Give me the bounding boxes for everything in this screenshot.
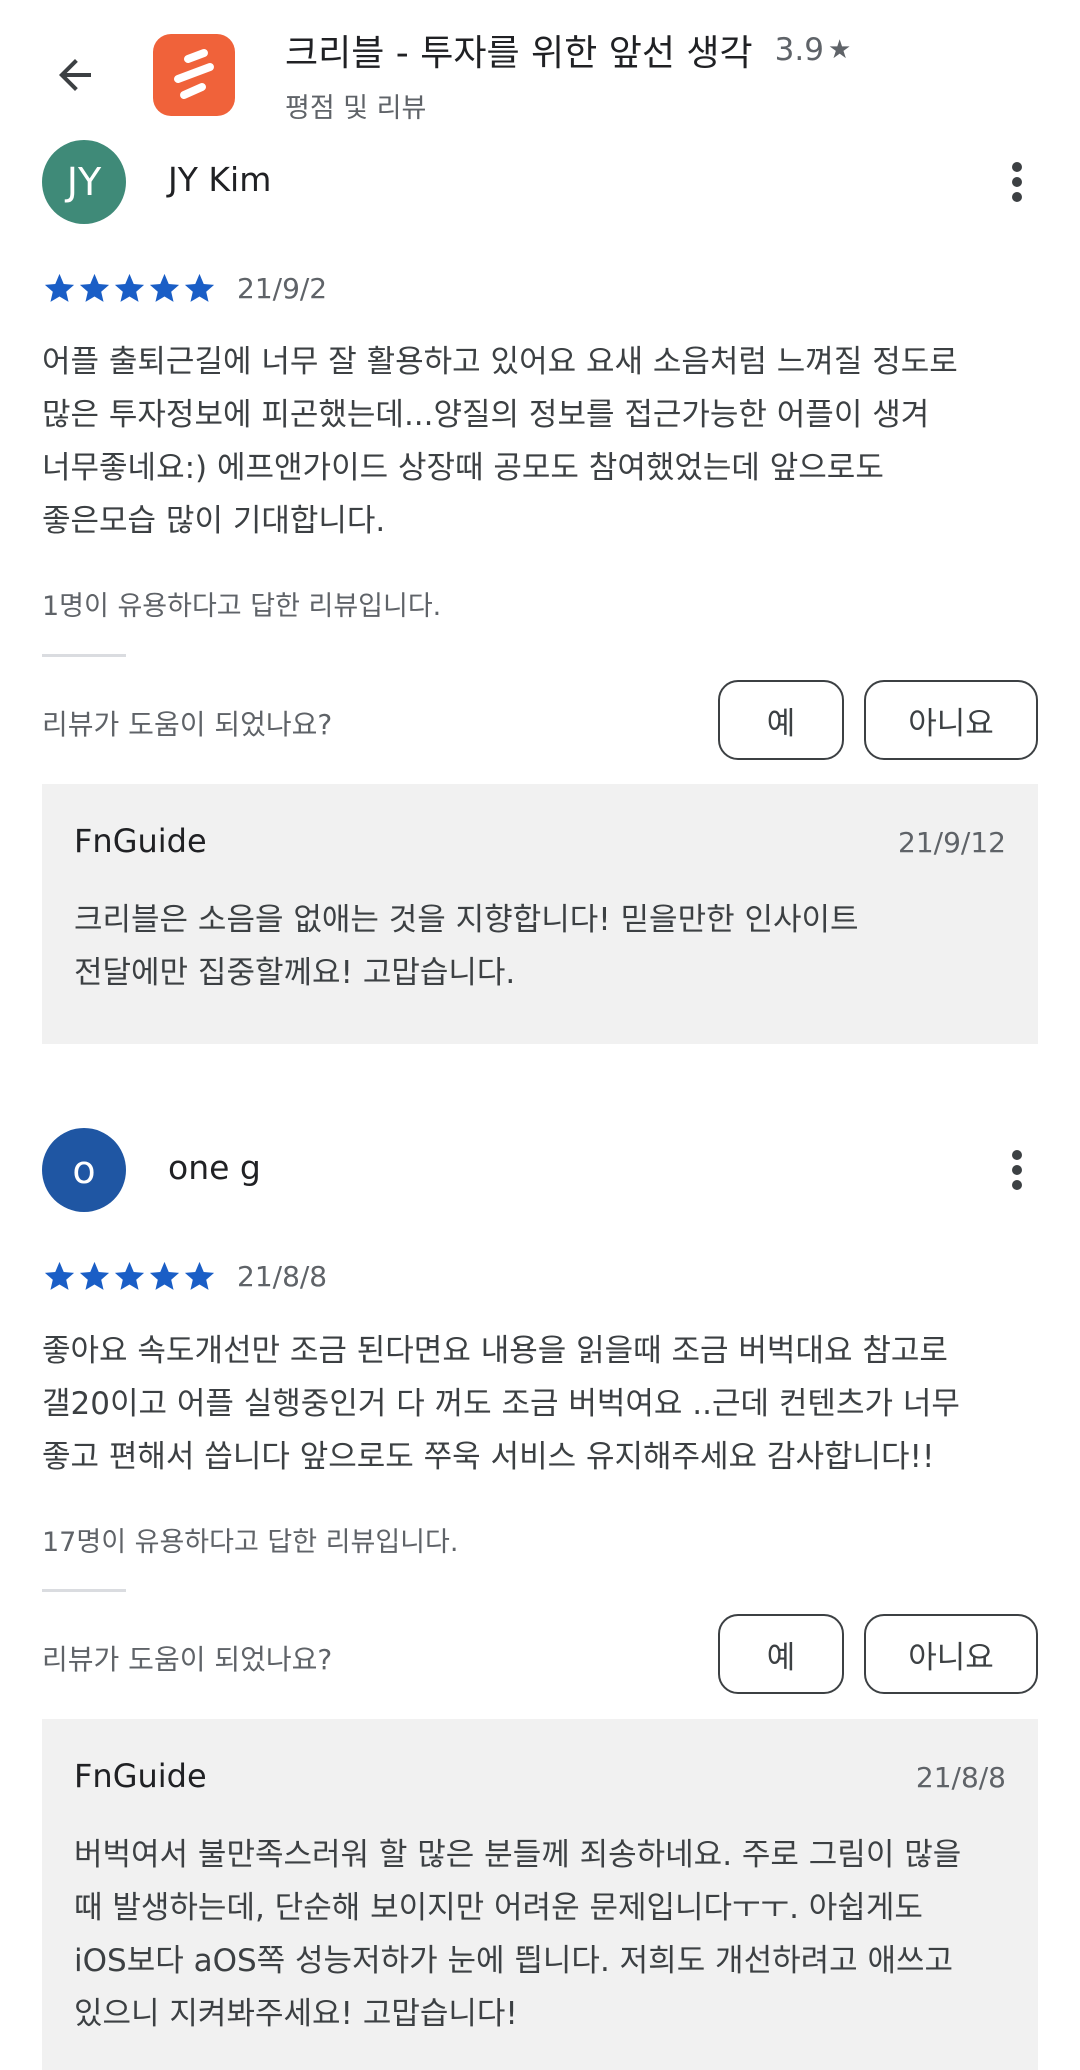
star-rating: 21/8/8 <box>42 1259 327 1294</box>
app-title-row: 크리블 - 투자를 위한 앞선 생각 3.9 ★ <box>285 24 851 76</box>
star-icon <box>79 273 110 302</box>
more-vert-icon <box>1012 1150 1022 1190</box>
developer-name: FnGuide <box>74 1757 207 1795</box>
developer-reply: FnGuide 21/8/8 버벅여서 불만족스러워 할 많은 분들께 죄송하네… <box>42 1719 1038 2070</box>
star-icon <box>114 273 145 302</box>
more-options-button[interactable] <box>995 152 1039 212</box>
helpful-no-button[interactable]: 아니요 <box>864 680 1038 760</box>
avatar: o <box>42 1128 126 1212</box>
review-author: JY Kim <box>168 160 272 199</box>
more-options-button[interactable] <box>995 1140 1039 1200</box>
star-icon <box>44 273 75 302</box>
app-logo-icon <box>174 49 214 99</box>
avatar-initials: JY <box>66 160 102 204</box>
reply-text: 크리블은 소음을 없애는 것을 지향합니다! 믿을만한 인사이트 전달에만 집중… <box>74 902 859 991</box>
page-subtitle: 평점 및 리뷰 <box>285 93 427 124</box>
star-icon <box>44 1261 75 1290</box>
reply-date: 21/9/12 <box>898 826 1006 859</box>
star-icon <box>184 273 215 302</box>
helpful-count: 17명이 유용하다고 답한 리뷰입니다. <box>42 1527 459 1558</box>
helpful-no-button[interactable]: 아니요 <box>864 1614 1038 1694</box>
star-icon <box>149 1261 180 1290</box>
review-text: 어플 출퇴근길에 너무 잘 활용하고 있어요 요새 소음처럼 느껴질 정도로 많… <box>42 344 958 539</box>
divider <box>42 1589 126 1592</box>
review-date: 21/8/8 <box>237 1260 328 1293</box>
avatar: JY <box>42 140 126 224</box>
arrow-back-icon <box>59 59 91 91</box>
helpful-question: 리뷰가 도움이 되었나요? <box>42 1643 333 1676</box>
back-button[interactable] <box>40 40 110 110</box>
reply-text: 버벅여서 불만족스러워 할 많은 분들께 죄송하네요. 주로 그림이 많을 때 … <box>74 1837 962 2032</box>
developer-reply: FnGuide 21/9/12 크리블은 소음을 없애는 것을 지향합니다! 믿… <box>42 784 1038 1044</box>
reply-date: 21/8/8 <box>915 1761 1006 1794</box>
avatar-initials: o <box>72 1148 96 1192</box>
developer-name: FnGuide <box>74 822 207 860</box>
review-date: 21/9/2 <box>237 272 328 305</box>
star-icon <box>79 1261 110 1290</box>
helpful-count: 1명이 유용하다고 답한 리뷰입니다. <box>42 591 442 622</box>
divider <box>42 654 126 657</box>
star-rating: 21/9/2 <box>42 271 327 306</box>
review-text: 좋아요 속도개선만 조금 된다면요 내용을 읽을때 조금 버벅대요 참고로 갤2… <box>42 1333 960 1475</box>
more-vert-icon <box>1012 162 1022 202</box>
star-icon <box>184 1261 215 1290</box>
star-icon <box>149 273 180 302</box>
star-icon: ★ <box>827 35 852 65</box>
app-title: 크리블 - 투자를 위한 앞선 생각 <box>285 33 753 74</box>
helpful-yes-button[interactable]: 예 <box>718 680 844 760</box>
helpful-question: 리뷰가 도움이 되었나요? <box>42 708 333 741</box>
helpful-yes-button[interactable]: 예 <box>718 1614 844 1694</box>
review-author: one g <box>168 1148 261 1187</box>
app-icon[interactable] <box>153 34 235 116</box>
app-rating: 3.9 <box>774 32 824 68</box>
top-app-bar: 크리블 - 투자를 위한 앞선 생각 3.9 ★ 평점 및 리뷰 <box>0 0 1080 140</box>
star-icon <box>114 1261 145 1290</box>
